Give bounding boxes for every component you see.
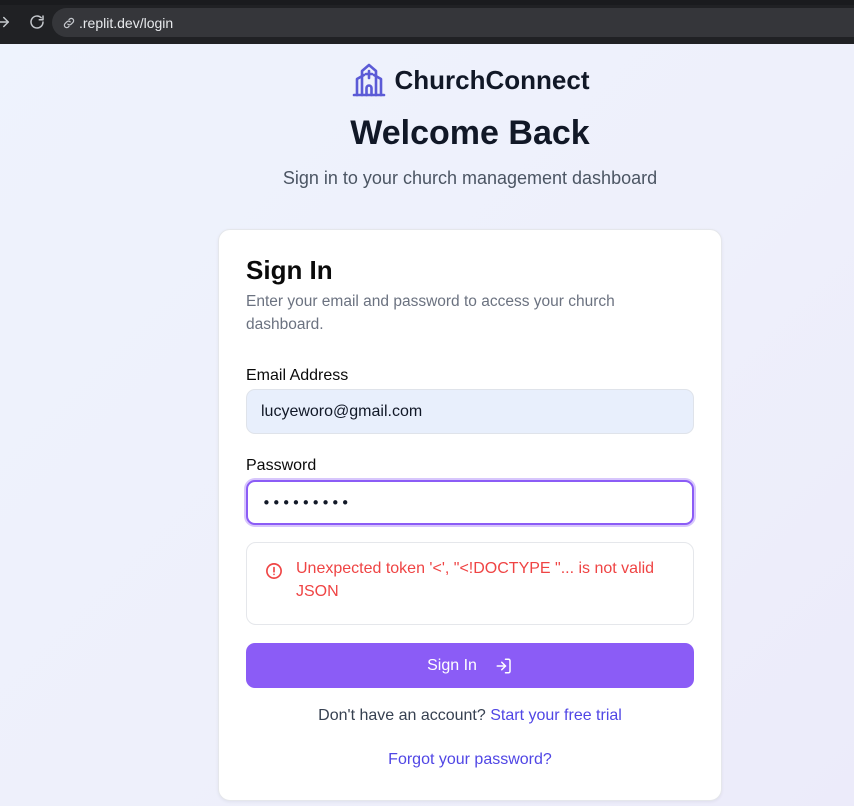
church-icon bbox=[351, 62, 387, 98]
log-in-icon bbox=[495, 657, 513, 675]
brand: ChurchConnect bbox=[0, 62, 854, 98]
alert-circle-icon bbox=[265, 562, 283, 580]
error-alert: Unexpected token '<', "<!DOCTYPE "... is… bbox=[246, 542, 694, 625]
email-label: Email Address bbox=[246, 367, 349, 384]
url-text: .replit.dev/login bbox=[79, 14, 174, 31]
brand-name: ChurchConnect bbox=[394, 64, 590, 95]
sign-in-card: Sign In Enter your email and password to… bbox=[218, 229, 722, 801]
card-title: Sign In bbox=[246, 255, 333, 285]
signup-prompt: Don't have an account? bbox=[318, 707, 486, 724]
error-message: Unexpected token '<', "<!DOCTYPE "... is… bbox=[296, 560, 655, 600]
browser-toolbar: .replit.dev/login bbox=[0, 0, 854, 44]
link-icon bbox=[62, 16, 76, 30]
sign-in-button[interactable]: Sign In bbox=[246, 643, 694, 688]
free-trial-link[interactable]: Start your free trial bbox=[490, 707, 622, 724]
card-description: Enter your email and password to access … bbox=[246, 293, 615, 333]
forgot-password-link[interactable]: Forgot your password? bbox=[388, 751, 552, 768]
address-bar[interactable]: .replit.dev/login bbox=[52, 8, 854, 37]
forward-arrow-icon[interactable] bbox=[0, 13, 12, 31]
tab-strip bbox=[0, 0, 854, 5]
password-field[interactable] bbox=[246, 480, 694, 525]
signup-row: Don't have an account? Start your free t… bbox=[219, 707, 721, 725]
forgot-row: Forgot your password? bbox=[219, 751, 721, 769]
reload-icon[interactable] bbox=[28, 13, 46, 31]
sign-in-button-label: Sign In bbox=[427, 656, 477, 674]
email-field[interactable] bbox=[246, 389, 694, 434]
password-label: Password bbox=[246, 457, 317, 474]
page-subtitle: Sign in to your church management dashbo… bbox=[282, 168, 658, 188]
page-title: Welcome Back bbox=[350, 114, 590, 152]
